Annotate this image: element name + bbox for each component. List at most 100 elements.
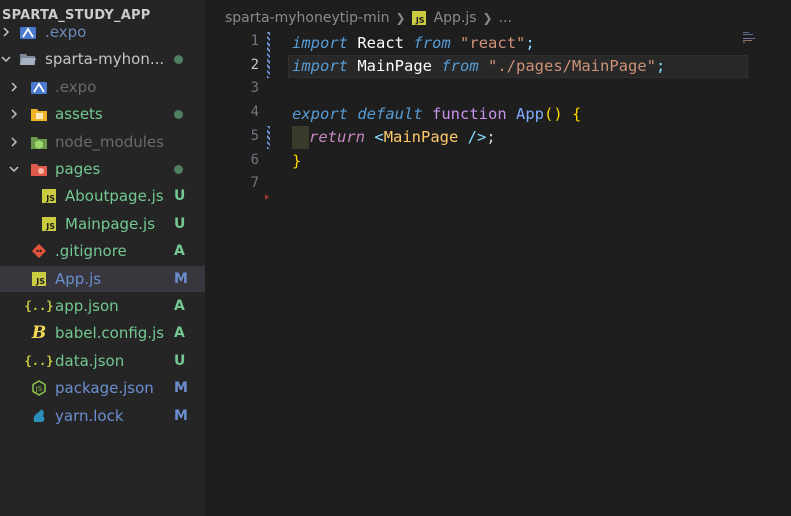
keyword: import [292,34,348,52]
git-status-badge: A [174,243,185,260]
breadcrumb: sparta-myhoneytip-min ❯ JS App.js ❯ ... [225,8,512,28]
tree-item-label: App.js [55,269,102,288]
git-status-badge: M [174,407,188,424]
minimap[interactable] [743,32,759,46]
chevron-down-icon[interactable] [0,46,16,72]
tree-item-label: .gitignore [55,242,127,261]
tree-item[interactable]: {..} app.json A [0,293,205,319]
chevron-right-icon[interactable] [4,101,24,127]
modified-line-marker [267,32,270,78]
keyword: import [292,57,348,75]
jsx-tag: MainPage [383,128,459,146]
line-number: 2 [250,56,259,73]
indent-guide [292,126,309,149]
tree-item[interactable]: sparta-myhon... [0,46,205,72]
tree-item[interactable]: .expo [0,19,205,45]
breadcrumb-folder[interactable]: sparta-myhoneytip-min [225,10,390,26]
identifier: React [357,34,405,52]
string-literal: "react" [460,34,526,52]
keyword: from [413,34,451,52]
tree-item[interactable]: pages [0,156,205,182]
punctuation: ; [656,57,666,75]
line-number: 5 [250,127,259,144]
json-icon: {..} [24,353,54,368]
tree-item-label: Mainpage.js [65,214,156,233]
deleted-line-marker [265,194,269,200]
line-number: 3 [250,80,259,97]
punctuation: /> [458,128,487,146]
git-status-badge: U [174,352,186,369]
pages-folder-icon [30,160,48,178]
breadcrumb-file[interactable]: App.js [434,10,477,26]
git-change-dot [174,110,183,120]
code-line-1[interactable]: import React from "react"; [292,32,535,55]
git-status-badge: A [174,325,185,342]
string-literal: "./pages/MainPage" [488,57,656,75]
code-line-2[interactable]: import MainPage from "./pages/MainPage"; [292,55,665,78]
modified-line-marker [267,126,270,149]
svg-text:JS: JS [35,385,43,393]
tree-item[interactable]: {..} data.json U [0,348,205,374]
js-file-icon: JS [411,11,426,25]
tree-item[interactable]: JS Aboutpage.js U [0,183,205,209]
tree-item[interactable]: JS package.json M [0,375,205,401]
line-number: 4 [250,104,259,121]
js-file-icon: JS [40,215,58,233]
chevron-right-icon[interactable] [0,19,16,45]
node-folder-icon [30,133,48,151]
line-number: 7 [250,175,259,192]
tree-item[interactable]: .expo [0,74,205,100]
code-line-4[interactable]: export default function App() { [292,103,581,126]
nodejs-icon: JS [30,379,48,397]
js-file-icon: JS [30,270,48,288]
tree-item-label: .expo [55,77,97,96]
git-status-badge: U [174,215,186,232]
punctuation: } [292,152,302,170]
chevron-down-icon[interactable] [4,156,24,182]
git-status-badge: A [174,298,185,314]
tree-item-label: data.json [55,351,125,370]
punctuation: < [374,128,384,146]
tree-item-label: app.json [55,297,119,315]
chevron-right-icon[interactable] [4,129,24,155]
tree-item-label: sparta-myhon... [45,50,165,69]
keyword: default [357,105,423,123]
keyword: from [441,57,479,75]
breadcrumb-more[interactable]: ... [499,10,512,26]
babel-icon: B [31,323,47,344]
git-status-badge: M [174,270,188,287]
tree-item-label: assets [55,105,103,124]
tree-item[interactable]: node_modules [0,129,205,155]
line-number: 6 [250,151,259,168]
git-icon [30,242,48,260]
chevron-right-icon: ❯ [482,11,493,25]
chevron-right-icon[interactable] [4,74,24,100]
chevron-right-icon: ❯ [395,11,406,25]
keyword: function [432,105,507,123]
punctuation: { [572,105,582,123]
git-status-badge: U [174,188,186,205]
tree-item[interactable]: JS App.js M [0,265,205,292]
assets-folder-icon [30,105,48,123]
js-file-icon: JS [40,187,58,205]
code-line-5[interactable]: return <MainPage />; [292,126,496,149]
tree-item[interactable]: JS Mainpage.js U [0,211,205,237]
punctuation: ; [486,128,496,146]
editor-pane: sparta-myhoneytip-min ❯ JS App.js ❯ ... … [205,0,791,516]
punctuation: ; [525,34,535,52]
tree-item[interactable]: Bbabel.config.js A [0,320,205,346]
yarn-icon [30,407,48,425]
tree-item-label: pages [55,160,101,178]
keyword: return [309,128,365,146]
tree-item-label: .expo [45,23,87,41]
line-number: 1 [250,33,259,49]
tree-item[interactable]: assets [0,101,205,127]
json-icon: {..} [24,299,54,313]
tree-item[interactable]: yarn.lock M [0,403,205,429]
git-change-dot [174,55,183,65]
tree-item[interactable]: .gitignore A [0,238,205,264]
code-line-6[interactable]: } [292,150,301,173]
git-change-dot [174,165,183,174]
keyword: export [292,105,348,123]
tree-item-label: babel.config.js [55,324,165,343]
